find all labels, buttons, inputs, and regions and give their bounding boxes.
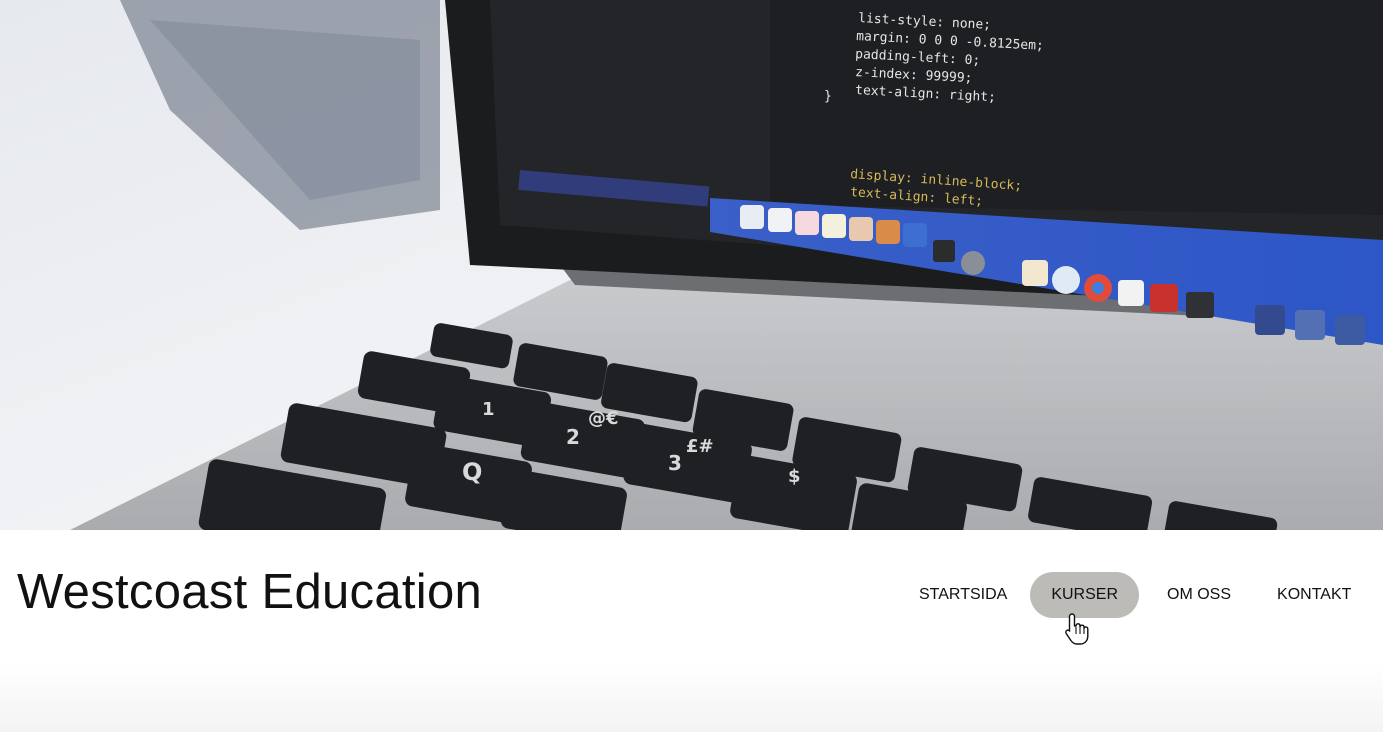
key-glyph: 2: [566, 425, 580, 449]
key-glyph: $: [788, 466, 801, 487]
key-glyph: 3: [668, 451, 682, 475]
hand-cursor-icon: [1065, 613, 1089, 645]
nav-item-startsida[interactable]: STARTSIDA: [898, 572, 1028, 618]
hero-image: list-style: none; margin: 0 0 0 -0.8125e…: [0, 0, 1383, 530]
key-glyph: Q: [462, 458, 482, 486]
key-glyph: 1: [482, 399, 495, 420]
code-line: }: [824, 89, 832, 104]
nav-item-kontakt[interactable]: KONTAKT: [1256, 572, 1372, 618]
laptop-photo: list-style: none; margin: 0 0 0 -0.8125e…: [0, 0, 1383, 530]
main-nav: STARTSIDA KURSER OM OSS KONTAKT: [898, 572, 1372, 618]
site-title[interactable]: Westcoast Education: [17, 564, 482, 620]
nav-item-om-oss[interactable]: OM OSS: [1146, 572, 1252, 618]
key-glyph: £#: [686, 436, 714, 457]
site-header: Westcoast Education STARTSIDA KURSER OM …: [0, 530, 1383, 660]
page-bottom-fade: [0, 660, 1383, 732]
key-glyph: @€: [588, 408, 619, 429]
